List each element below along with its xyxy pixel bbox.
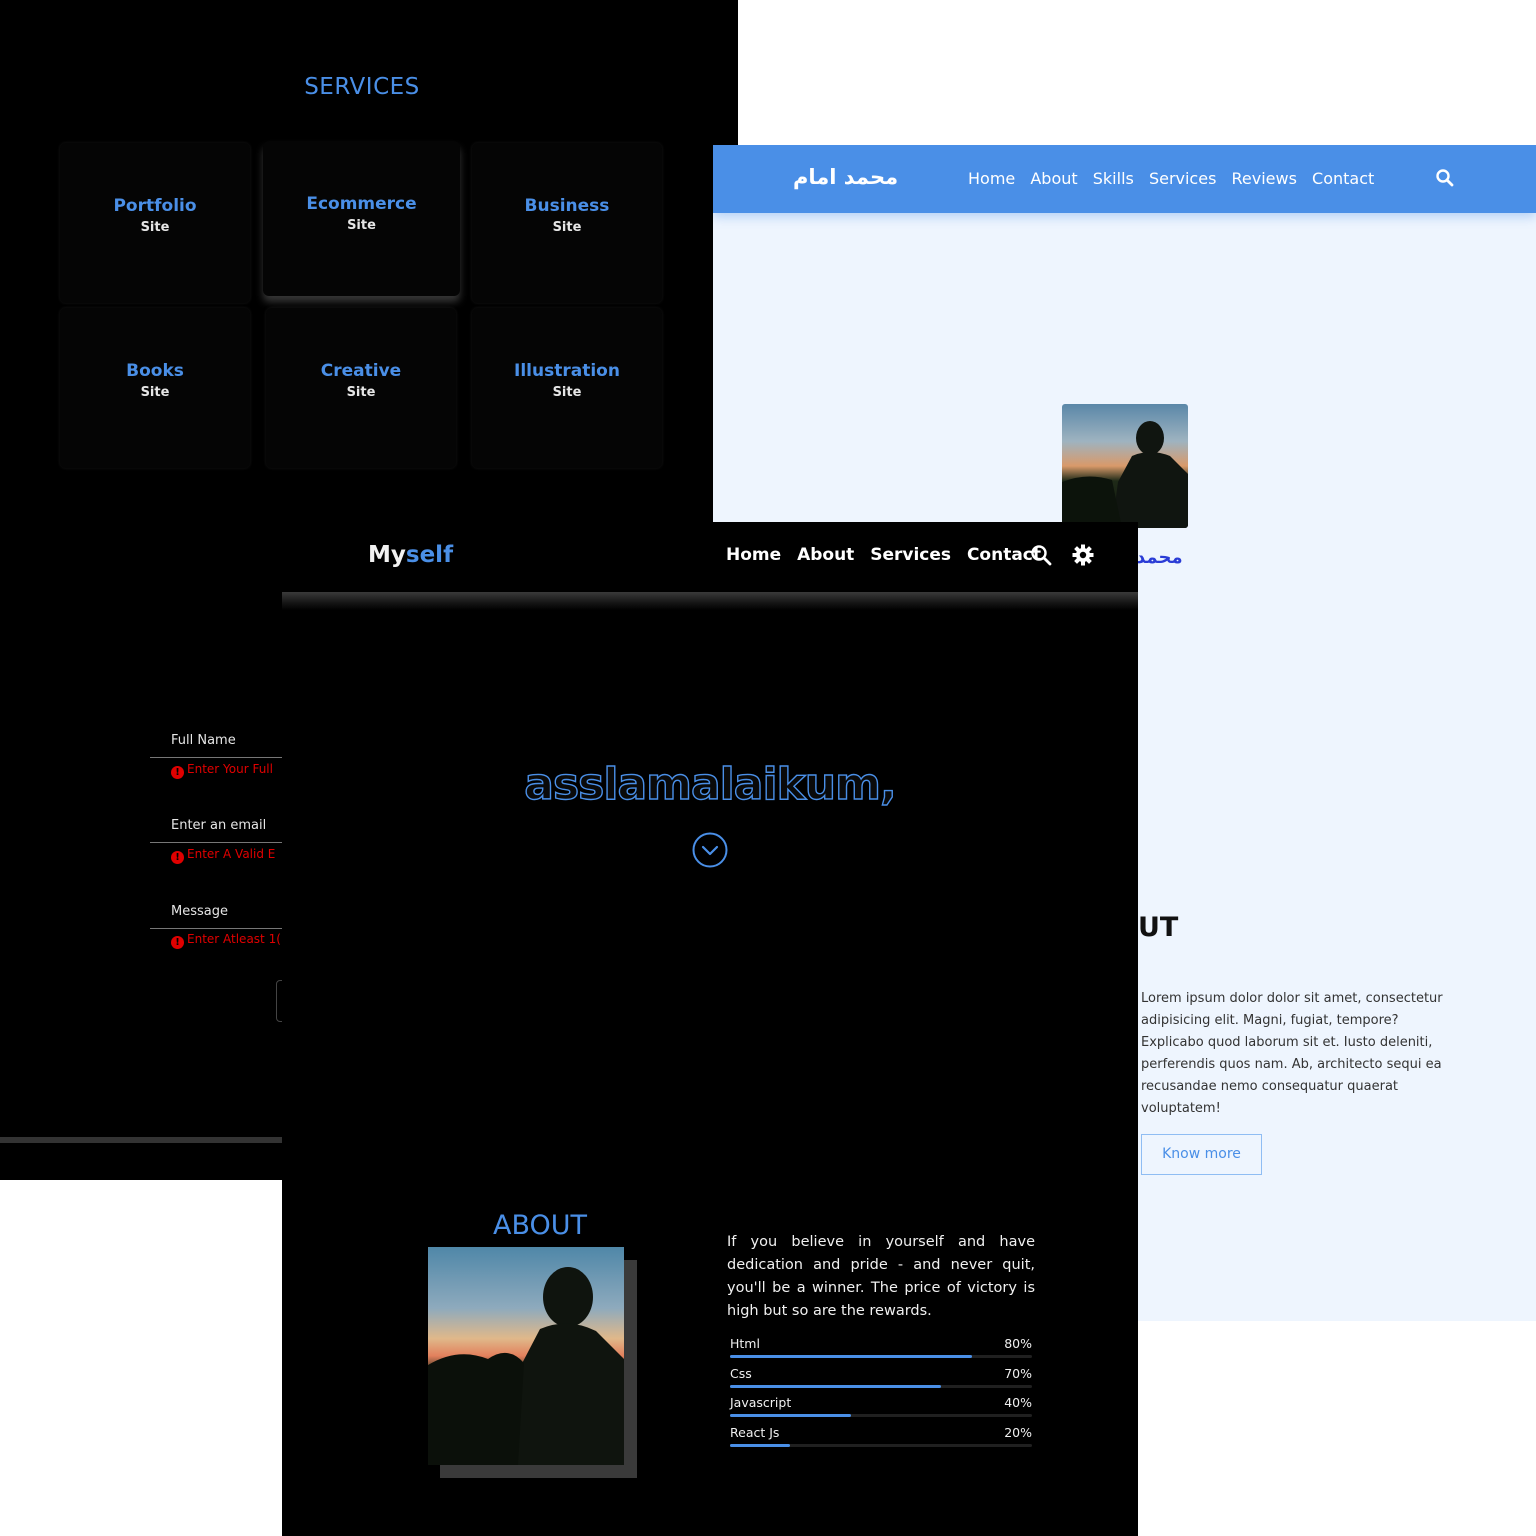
site-logo[interactable]: محمد امام xyxy=(793,165,898,189)
nav-home[interactable]: Home xyxy=(726,545,781,565)
search-icon[interactable] xyxy=(1030,544,1052,566)
skill-css: Css 70% xyxy=(730,1366,1032,1388)
skill-bar xyxy=(730,1414,1032,1417)
skill-html: Html 80% xyxy=(730,1336,1032,1358)
service-card-title: Illustration xyxy=(514,361,620,381)
full-name-label: Full Name xyxy=(171,733,236,748)
about-text: Lorem ipsum dolor dolor sit amet, consec… xyxy=(1141,991,1443,1116)
gear-icon[interactable] xyxy=(1072,544,1094,566)
about-heading: ABOUT xyxy=(493,1210,588,1241)
skill-bar xyxy=(730,1355,1032,1358)
message-field[interactable] xyxy=(150,928,290,929)
skill-percent: 70% xyxy=(1004,1366,1032,1381)
skill-javascript: Javascript 40% xyxy=(730,1395,1032,1417)
nav-services[interactable]: Services xyxy=(870,545,951,565)
search-icon[interactable] xyxy=(1435,168,1455,188)
service-card-title: Books xyxy=(126,361,184,381)
email-error: ! Enter A Valid E xyxy=(171,847,275,864)
service-card-title: Creative xyxy=(320,361,402,381)
service-card-subtitle: Site xyxy=(140,385,170,400)
error-icon: ! xyxy=(171,766,184,779)
skill-bar xyxy=(730,1444,1032,1447)
skill-name: Javascript xyxy=(730,1395,792,1410)
skill-bar-fill xyxy=(730,1355,972,1358)
myself-portfolio-page: Myself Home About Services Contact assla… xyxy=(282,522,1138,1536)
service-card-portfolio[interactable]: Portfolio Site xyxy=(60,143,250,303)
know-more-button[interactable]: Know more xyxy=(1141,1134,1262,1175)
skill-bar-fill xyxy=(730,1414,851,1417)
profile-photo xyxy=(428,1247,624,1465)
nav-about[interactable]: About xyxy=(1030,169,1077,188)
email-label: Enter an email xyxy=(171,818,267,833)
service-card-title: Business xyxy=(524,196,610,216)
service-card-creative[interactable]: Creative Site xyxy=(266,308,456,468)
about-heading: UT xyxy=(1138,912,1179,943)
navbar: Myself Home About Services Contact xyxy=(282,522,1138,592)
service-card-subtitle: Site xyxy=(552,385,582,400)
service-card-subtitle: Site xyxy=(140,220,170,235)
message-label: Message xyxy=(171,904,228,919)
profile-name: محمد xyxy=(1136,547,1183,568)
service-card-title: Ecommerce xyxy=(306,194,417,214)
chevron-down-icon[interactable] xyxy=(692,832,728,868)
skill-percent: 20% xyxy=(1004,1425,1032,1440)
silhouette-image xyxy=(428,1267,624,1465)
full-name-field[interactable] xyxy=(150,757,290,758)
navbar: محمد امام Home About Skills Services Rev… xyxy=(713,145,1536,213)
nav-skills[interactable]: Skills xyxy=(1093,169,1134,188)
about-quote: If you believe in yourself and have dedi… xyxy=(727,1234,1035,1319)
brand-self: self xyxy=(405,542,454,568)
skill-name: React Js xyxy=(730,1425,780,1440)
services-title: SERVICES xyxy=(304,74,420,100)
service-card-books[interactable]: Books Site xyxy=(60,308,250,468)
navbar-shadow xyxy=(282,592,1138,610)
service-card-title: Portfolio xyxy=(113,196,197,216)
nav-about[interactable]: About xyxy=(797,545,854,565)
silhouette-image xyxy=(1062,421,1188,528)
brand-my: My xyxy=(368,542,406,568)
skill-react: React Js 20% xyxy=(730,1425,1032,1447)
nav-links: Home About Skills Services Reviews Conta… xyxy=(968,169,1384,188)
service-card-subtitle: Site xyxy=(346,385,376,400)
skill-percent: 40% xyxy=(1004,1395,1032,1410)
skill-bar-fill xyxy=(730,1385,942,1388)
message-error: ! Enter Atleast 1( xyxy=(171,932,281,949)
nav-reviews[interactable]: Reviews xyxy=(1232,169,1297,188)
skill-name: Css xyxy=(730,1366,752,1381)
brand-logo[interactable]: Myself xyxy=(368,542,453,568)
email-field[interactable] xyxy=(150,842,290,843)
hero-greeting: asslamalaikum, xyxy=(524,758,898,810)
nav-home[interactable]: Home xyxy=(968,169,1015,188)
nav-links: Home About Services Contact xyxy=(726,545,1051,565)
service-card-subtitle: Site xyxy=(347,218,376,233)
profile-photo xyxy=(1062,404,1188,528)
nav-contact[interactable]: Contact xyxy=(1312,169,1374,188)
skill-bar xyxy=(730,1385,1032,1388)
service-card-subtitle: Site xyxy=(552,220,582,235)
service-card-illustration[interactable]: Illustration Site xyxy=(472,308,662,468)
service-card-ecommerce[interactable]: Ecommerce Site xyxy=(263,141,460,296)
full-name-error: ! Enter Your Full xyxy=(171,762,273,779)
error-icon: ! xyxy=(171,851,184,864)
skill-name: Html xyxy=(730,1336,760,1351)
skill-percent: 80% xyxy=(1004,1336,1032,1351)
error-icon: ! xyxy=(171,936,184,949)
skill-bar-fill xyxy=(730,1444,791,1447)
nav-services[interactable]: Services xyxy=(1149,169,1216,188)
service-card-business[interactable]: Business Site xyxy=(472,143,662,303)
